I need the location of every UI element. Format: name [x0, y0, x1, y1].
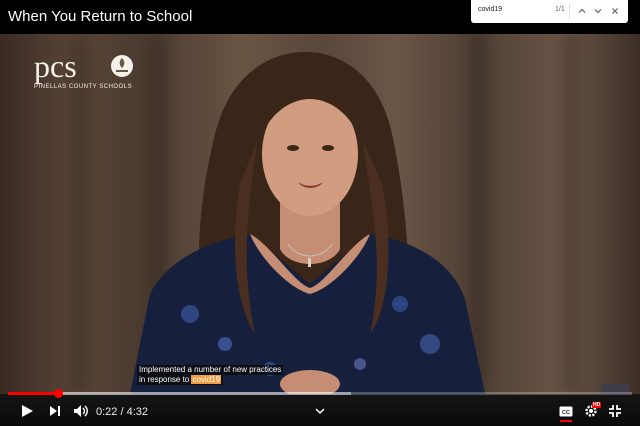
close-icon	[612, 8, 618, 14]
chevron-down-icon	[594, 9, 602, 14]
title-bar: When You Return to School covid19 1/1	[0, 0, 640, 34]
chevron-down-icon	[315, 408, 325, 415]
scrubber-handle[interactable]	[54, 389, 64, 398]
play-icon	[22, 405, 33, 417]
duration: 4:32	[126, 406, 149, 418]
hd-badge: HD	[592, 402, 602, 408]
caption-search-highlight: covid19	[191, 375, 222, 384]
time-separator: /	[117, 406, 127, 418]
find-prev-button[interactable]	[575, 4, 589, 18]
find-close-button[interactable]	[608, 4, 622, 18]
video-frame[interactable]: pcs PINELLAS COUNTY SCHOOLS Implemented …	[0, 34, 640, 394]
next-icon	[50, 406, 60, 416]
current-time: 0:22	[96, 406, 118, 418]
find-next-button[interactable]	[591, 4, 605, 18]
captions-button[interactable]: CC	[558, 403, 574, 419]
presenter	[130, 52, 485, 394]
captions-icon: CC	[559, 406, 573, 416]
logo-text: pcs	[34, 50, 77, 84]
play-button[interactable]	[18, 403, 36, 419]
backdrop-fold	[560, 34, 578, 394]
player-controls: 0:22 / 4:32 CC HD	[0, 389, 640, 426]
find-match-count: 1/1	[555, 6, 565, 13]
channel-logo: pcs PINELLAS COUNTY SCHOOLS	[34, 48, 144, 97]
progress-bar[interactable]	[8, 389, 632, 398]
volume-icon	[74, 405, 88, 417]
caption-line-1: Implemented a number of new practices	[137, 365, 284, 375]
captions-active-indicator	[560, 420, 572, 422]
logo-subtitle: PINELLAS COUNTY SCHOOLS	[34, 84, 132, 90]
caption-line-2: in response to covid19	[137, 375, 224, 385]
time-display: 0:22 / 4:32	[96, 406, 148, 418]
chapter-toggle-button[interactable]	[313, 403, 327, 419]
find-bar: covid19 1/1	[471, 0, 628, 23]
played-bar	[8, 392, 59, 395]
caption-line-2-text: in response to	[139, 375, 192, 384]
mute-button[interactable]	[72, 403, 90, 419]
next-button[interactable]	[46, 403, 64, 419]
find-divider	[569, 4, 570, 19]
svg-text:CC: CC	[562, 409, 570, 415]
app-window: When You Return to School covid19 1/1 pc…	[0, 0, 640, 426]
chevron-up-icon	[578, 8, 586, 13]
find-input[interactable]: covid19	[478, 6, 502, 13]
exit-fullscreen-button[interactable]	[607, 403, 623, 419]
exit-fullscreen-icon	[609, 405, 621, 417]
video-title[interactable]: When You Return to School	[8, 8, 192, 25]
caption-box: Implemented a number of new practices in…	[137, 365, 284, 385]
